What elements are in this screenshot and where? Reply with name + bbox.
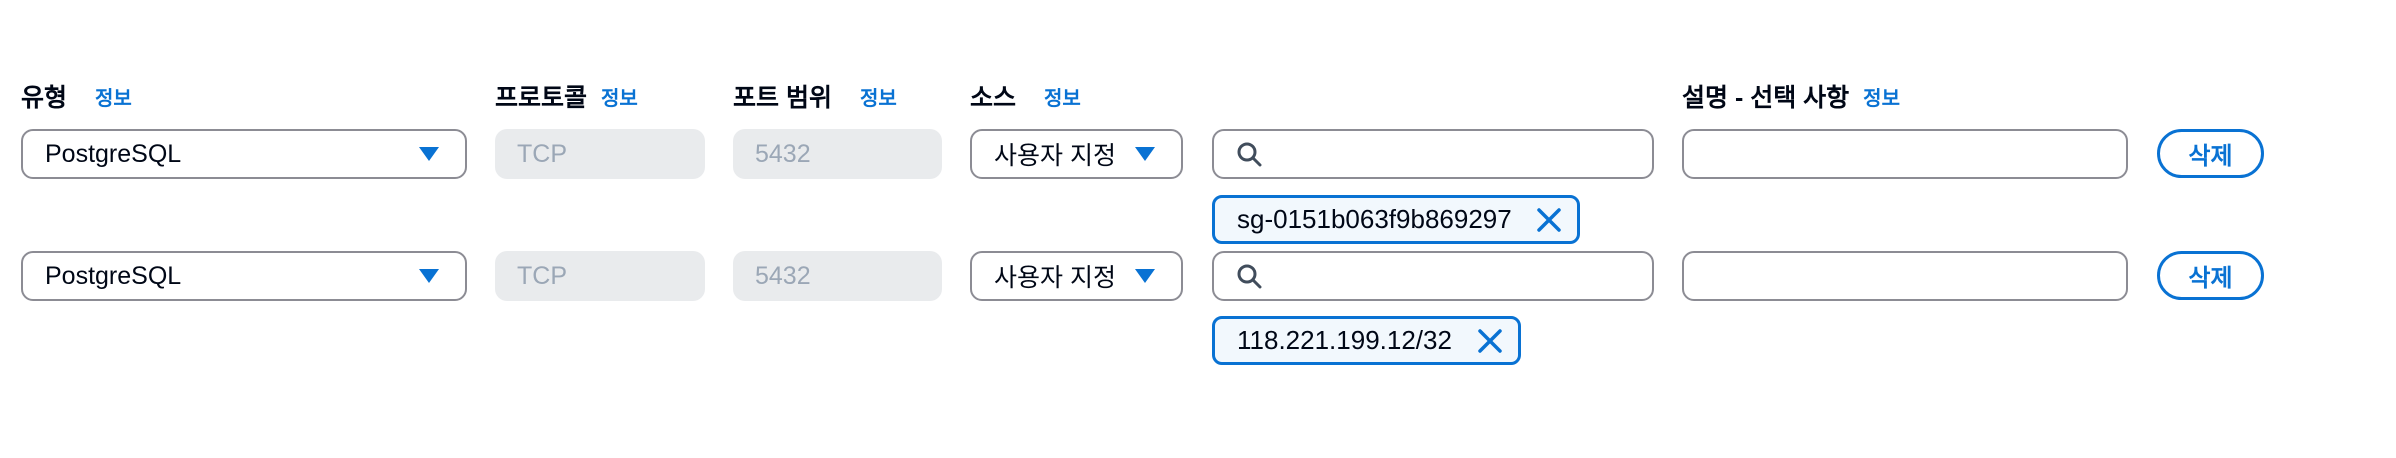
rule-2-port-range-field: 5432: [733, 251, 942, 301]
rule-1-source-type-value: 사용자 지정: [994, 142, 1116, 170]
header-source-info-link[interactable]: 정보: [1044, 82, 1081, 111]
header-port-range: 포트 범위 정보: [733, 78, 897, 114]
header-port-range-label: 포트 범위: [733, 84, 832, 112]
rule-2-source-search-input[interactable]: [1276, 260, 1652, 292]
close-icon[interactable]: [1476, 327, 1504, 355]
header-type-info-link[interactable]: 정보: [95, 82, 132, 111]
rule-2-source-type-value: 사용자 지정: [994, 264, 1116, 292]
header-description-info-link[interactable]: 정보: [1863, 82, 1900, 111]
rule-2-description-field[interactable]: [1682, 251, 2128, 301]
inbound-rules-editor: 유형 정보 프로토콜 정보 포트 범위 정보 소스 정보 설명 - 선택 사항 …: [0, 0, 2396, 458]
header-port-range-info-link[interactable]: 정보: [860, 82, 897, 111]
rule-2-source-search[interactable]: [1212, 251, 1654, 301]
rule-2-protocol-value: TCP: [517, 261, 567, 290]
rule-2-source-token-label: 118.221.199.12/32: [1237, 325, 1452, 355]
search-icon: [1237, 264, 1262, 289]
rule-1-port-range-field: 5432: [733, 129, 942, 179]
rule-2-port-range-value: 5432: [755, 261, 811, 290]
rule-1-delete-button[interactable]: 삭제: [2157, 129, 2264, 178]
rule-2-delete-button[interactable]: 삭제: [2157, 251, 2264, 300]
caret-down-icon: [419, 147, 439, 161]
rule-2-source-token: 118.221.199.12/32: [1212, 316, 1521, 365]
header-source-label: 소스: [970, 84, 1017, 112]
rule-1-description-field[interactable]: [1682, 129, 2128, 179]
rule-1-type-select[interactable]: PostgreSQL: [21, 129, 467, 179]
rule-1-source-token: sg-0151b063f9b869297: [1212, 195, 1580, 244]
rule-2-source-type-select[interactable]: 사용자 지정: [970, 251, 1183, 301]
caret-down-icon: [1135, 147, 1155, 161]
rule-2-description-input[interactable]: [1684, 253, 2126, 299]
rule-1-source-search[interactable]: [1212, 129, 1654, 179]
header-description: 설명 - 선택 사항 정보: [1682, 78, 1900, 114]
rule-1-protocol-field: TCP: [495, 129, 705, 179]
header-type: 유형 정보: [21, 78, 132, 114]
rule-1-source-type-select[interactable]: 사용자 지정: [970, 129, 1183, 179]
rule-2-type-value: PostgreSQL: [45, 261, 182, 290]
rule-2-protocol-field: TCP: [495, 251, 705, 301]
rule-1-port-range-value: 5432: [755, 139, 811, 168]
caret-down-icon: [419, 269, 439, 283]
close-icon[interactable]: [1535, 206, 1563, 234]
header-description-label: 설명 - 선택 사항: [1682, 84, 1850, 112]
rule-1-description-input[interactable]: [1684, 131, 2126, 177]
caret-down-icon: [1135, 269, 1155, 283]
header-protocol-info-link[interactable]: 정보: [601, 82, 638, 111]
rule-1-type-value: PostgreSQL: [45, 139, 182, 168]
rule-1-source-token-label: sg-0151b063f9b869297: [1237, 204, 1512, 234]
header-protocol-label: 프로토콜: [495, 84, 588, 112]
rule-1-source-search-input[interactable]: [1276, 138, 1652, 170]
search-icon: [1237, 142, 1262, 167]
rule-2-type-select[interactable]: PostgreSQL: [21, 251, 467, 301]
header-source: 소스 정보: [970, 78, 1081, 114]
rule-1-protocol-value: TCP: [517, 139, 567, 168]
header-protocol: 프로토콜 정보: [495, 78, 638, 114]
header-type-label: 유형: [21, 84, 68, 112]
